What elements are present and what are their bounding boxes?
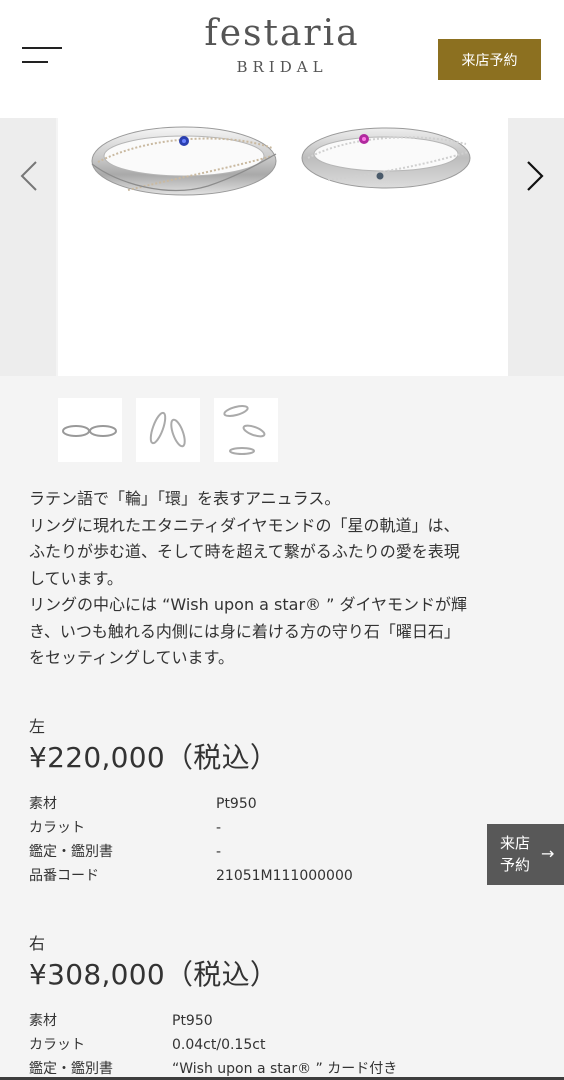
gallery-next-panel (508, 118, 564, 376)
spec-label: カラット (29, 1037, 85, 1053)
floating-reservation-button[interactable]: 来店 予約 → (487, 824, 564, 885)
thumbnail-3[interactable] (214, 398, 278, 462)
description-line: き、いつも触れる内側には身に着ける方の守り石「曜日石」 (29, 621, 460, 641)
product-description: ラテン語で「輪」「環」を表すアニュラス。 リングに現れたエタニティダイヤモンドの… (29, 486, 539, 672)
store-reservation-button[interactable]: 来店予約 (438, 39, 541, 80)
spec-value: Pt950 (172, 1013, 213, 1029)
left-ring-price-block: 左 ¥220,000（税込） 素材 Pt950 カラット - 鑑定・鑑別書 - … (29, 716, 529, 888)
spec-row-material: 素材 Pt950 (29, 1009, 529, 1033)
right-ring-price-block: 右 ¥308,000（税込） 素材 Pt950 カラット 0.04ct/0.15… (29, 933, 529, 1080)
arrow-right-icon: → (541, 844, 555, 863)
spec-table: 素材 Pt950 カラット 0.04ct/0.15ct 鑑定・鑑別書 “Wish… (29, 1009, 529, 1080)
description-line: しています。 (29, 568, 123, 588)
product-page: festaria BRIDAL 来店予約 ラテン語で「輪」「環」を表すアニュラス… (0, 0, 564, 1080)
main-product-image (58, 118, 508, 376)
spec-label: カラット (29, 820, 85, 836)
thumbnail-2[interactable] (136, 398, 200, 462)
spec-value: 0.04ct/0.15ct (172, 1037, 266, 1053)
spec-label: 素材 (29, 796, 57, 812)
spec-label: 品番コード (29, 868, 99, 884)
spec-value: - (216, 844, 222, 860)
floating-reservation-label: 来店 予約 (500, 832, 530, 876)
thumbnail-1[interactable] (58, 398, 122, 462)
spec-label: 素材 (29, 1013, 57, 1029)
spec-label: 鑑定・鑑別書 (29, 844, 113, 860)
description-line: をセッティングしています。 (29, 648, 234, 667)
description-line: ラテン語で「輪」「環」を表すアニュラス。 (29, 489, 341, 508)
price: ¥220,000（税込） (29, 741, 279, 774)
spec-row-material: 素材 Pt950 (29, 792, 529, 816)
spec-row-carat: カラット - (29, 816, 529, 840)
floating-reservation-line2: 予約 (500, 856, 531, 874)
chevron-left-icon[interactable] (16, 158, 46, 194)
spec-value: Pt950 (216, 796, 257, 812)
right-ring-illustration (301, 127, 471, 189)
spec-value: 21051M111000000 (216, 868, 353, 884)
description-line: ふたりが歩む道、そして時を超えて繋がるふたりの愛を表現 (29, 542, 460, 561)
left-ring-illustration (91, 126, 277, 196)
description-line: リングの中心には “Wish upon a star® ” ダイヤモンドが輝 (29, 595, 468, 614)
side-label: 右 (29, 934, 46, 953)
product-gallery (0, 118, 564, 388)
spec-row-certificate: 鑑定・鑑別書 - (29, 840, 529, 864)
spec-row-carat: カラット 0.04ct/0.15ct (29, 1033, 529, 1057)
site-header: festaria BRIDAL 来店予約 (0, 0, 564, 118)
spec-row-product-code: 品番コード 21051M111000000 (29, 864, 529, 888)
price: ¥308,000（税込） (29, 958, 279, 991)
spec-table: 素材 Pt950 カラット - 鑑定・鑑別書 - 品番コード 21051M111… (29, 792, 529, 888)
description-line: リングに現れたエタニティダイヤモンドの「星の軌道」は、 (29, 515, 460, 535)
side-label: 左 (29, 717, 46, 736)
spec-value: - (216, 820, 222, 836)
floating-reservation-line1: 来店 (500, 834, 531, 852)
chevron-right-icon[interactable] (520, 158, 550, 194)
gallery-prev-panel (0, 118, 56, 376)
